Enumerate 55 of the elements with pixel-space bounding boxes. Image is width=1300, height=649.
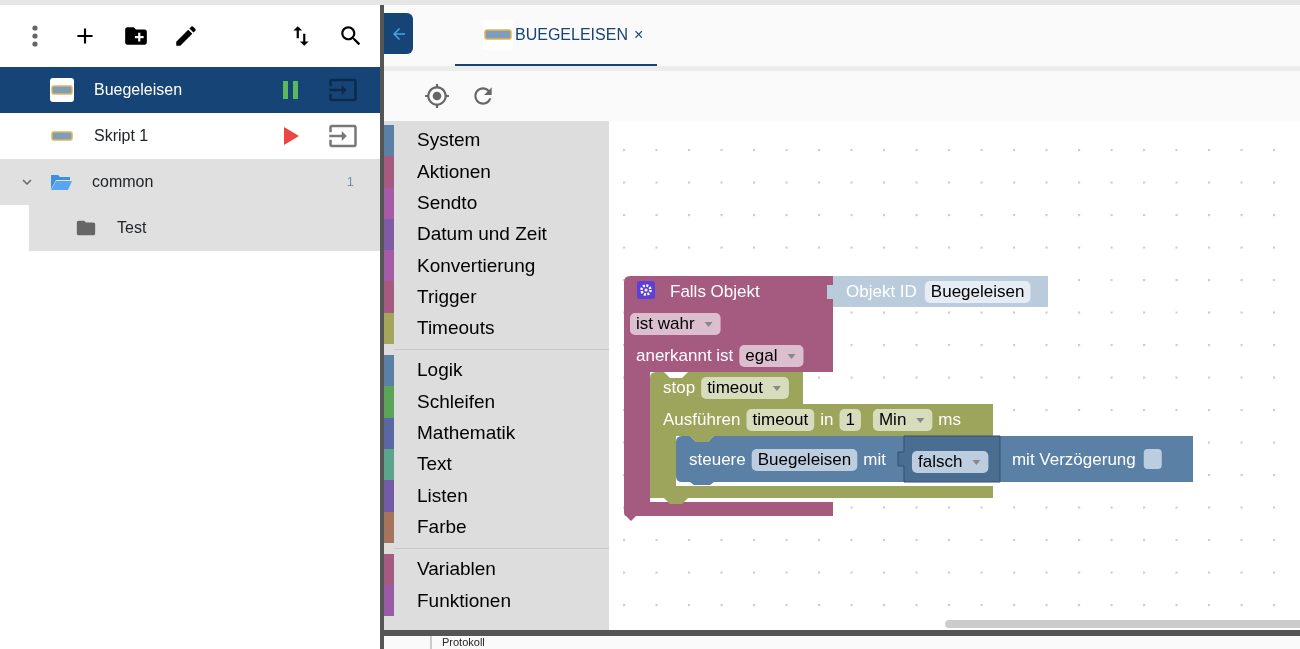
folder-item[interactable]: Test [29, 205, 380, 251]
folder-name: common [92, 172, 155, 192]
text-field[interactable]: Buegeleisen [924, 281, 1031, 303]
pause-icon[interactable] [282, 80, 300, 100]
toolbox-category[interactable]: Datum und Zeit [384, 218, 609, 251]
dropdown-field[interactable]: ist wahr [630, 313, 721, 335]
kebab-icon [32, 25, 38, 47]
folder-icon [50, 173, 72, 191]
folder-name: Test [117, 218, 147, 238]
toolbox-category[interactable]: Funktionen [384, 585, 609, 617]
toolbox-category[interactable]: Aktionen [384, 156, 609, 188]
block-label: Ausführen [663, 410, 741, 429]
number-field[interactable]: 1 [839, 409, 861, 431]
block-label: stop [663, 378, 696, 397]
block-label: anerkannt ist [636, 346, 734, 365]
text-field[interactable]: Buegeleisen [751, 449, 858, 471]
script-icon [50, 78, 74, 102]
folder-item[interactable]: common 1 [0, 159, 380, 205]
dropdown-field[interactable]: timeout [701, 377, 789, 399]
item-count: 1 [346, 173, 354, 192]
script-item[interactable]: Buegeleisen [0, 67, 380, 113]
log-panel-title[interactable]: Protokoll [430, 636, 485, 649]
block-label: Falls Objekt [670, 282, 760, 301]
toolbox-category[interactable]: Sendto [384, 187, 609, 219]
edit-button[interactable] [173, 23, 199, 49]
tab-label[interactable]: BUEGELEISEN [515, 22, 628, 47]
toolbox-category[interactable]: Text [384, 448, 609, 481]
dropdown-field[interactable]: falsch [911, 451, 989, 473]
text-field[interactable]: timeout [746, 409, 815, 431]
block-label: steuere [689, 450, 746, 469]
crosshair-icon [424, 81, 450, 111]
toolbox-category[interactable]: Variablen [384, 553, 609, 586]
block-label: in [820, 410, 834, 429]
toolbox-category[interactable]: Mathematik [384, 417, 609, 449]
toolbox-category[interactable]: Farbe [384, 511, 609, 543]
play-icon[interactable] [282, 126, 300, 146]
toolbox-category[interactable]: Listen [384, 480, 609, 512]
back-button[interactable] [384, 13, 413, 54]
script-item[interactable]: Skript 1 [0, 113, 380, 159]
block-label: mit [863, 450, 886, 469]
dropdown-field[interactable]: Min [872, 409, 933, 431]
block-label: ms [938, 410, 962, 429]
scrollbar[interactable] [945, 620, 1300, 628]
block-label: Objekt ID [846, 282, 917, 301]
toolbox-category[interactable]: Timeouts [384, 312, 609, 345]
locate-button[interactable] [424, 83, 450, 109]
toolbox-category[interactable]: Logik [384, 355, 609, 387]
toolbox-category[interactable]: Trigger [384, 281, 609, 313]
toolbox-category[interactable]: System [384, 125, 609, 157]
toolbox-category[interactable]: Schleifen [384, 386, 609, 418]
toolbox-category[interactable]: Konvertierung [384, 250, 609, 282]
dropdown-field[interactable]: egal [739, 345, 804, 367]
tab-close-button[interactable]: × [633, 22, 644, 47]
block-label: mit Verzögerung [1011, 450, 1136, 469]
gear-icon[interactable] [637, 281, 655, 299]
